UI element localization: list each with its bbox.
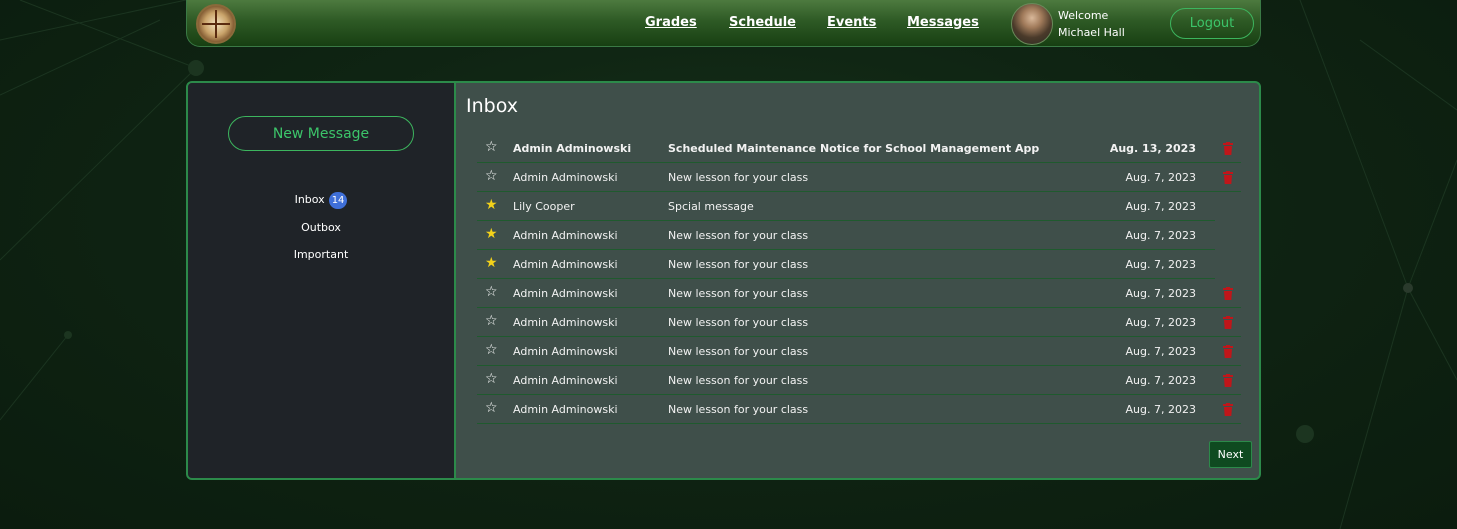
message-subject: New lesson for your class [668, 171, 809, 184]
nav-link-schedule[interactable]: Schedule [729, 15, 796, 30]
new-message-button[interactable]: New Message [228, 116, 414, 151]
message-date: Aug. 7, 2023 [1125, 316, 1196, 329]
message-row[interactable]: ☆ Admin Adminowski New lesson for your c… [477, 366, 1241, 395]
message-subject: New lesson for your class [668, 345, 809, 358]
message-sender: Admin Adminowski [513, 287, 618, 300]
message-row[interactable]: ★ Admin Adminowski New lesson for your c… [477, 221, 1241, 250]
message-sender: Lily Cooper [513, 200, 575, 213]
inbox-content: Inbox ☆ Admin Adminowski Scheduled Maint… [456, 83, 1259, 478]
trash-icon[interactable] [1222, 316, 1234, 329]
nav-link-messages[interactable]: Messages [907, 15, 979, 30]
message-date: Aug. 7, 2023 [1125, 171, 1196, 184]
message-subject: New lesson for your class [668, 316, 809, 329]
star-icon[interactable]: ☆ [485, 343, 498, 357]
user-name: Michael Hall [1058, 26, 1125, 39]
star-icon[interactable]: ☆ [485, 140, 498, 154]
logout-button[interactable]: Logout [1170, 8, 1254, 39]
trash-icon[interactable] [1222, 287, 1234, 300]
messages-panel: New Message Inbox 14 Outbox Important Inb… [186, 81, 1261, 480]
message-date: Aug. 7, 2023 [1125, 374, 1196, 387]
message-sender: Admin Adminowski [513, 316, 618, 329]
message-row[interactable]: ☆ Admin Adminowski Scheduled Maintenance… [477, 134, 1241, 163]
message-subject: New lesson for your class [668, 229, 809, 242]
sidebar-item-important[interactable]: Important [188, 248, 454, 261]
welcome-label: Welcome [1058, 9, 1109, 22]
page-title: Inbox [466, 95, 518, 117]
nav-link-grades[interactable]: Grades [645, 15, 697, 30]
message-subject: New lesson for your class [668, 258, 809, 271]
star-icon[interactable]: ★ [485, 227, 498, 241]
star-icon[interactable]: ★ [485, 256, 498, 270]
message-row[interactable]: ☆ Admin Adminowski New lesson for your c… [477, 308, 1241, 337]
top-navbar: Grades Schedule Events Messages Welcome … [186, 0, 1261, 47]
message-sender: Admin Adminowski [513, 171, 618, 184]
message-date: Aug. 7, 2023 [1125, 403, 1196, 416]
trash-icon[interactable] [1222, 403, 1234, 416]
message-date: Aug. 7, 2023 [1125, 258, 1196, 271]
compass-logo-icon[interactable] [196, 4, 236, 44]
message-sender: Admin Adminowski [513, 229, 618, 242]
sidebar-item-inbox[interactable]: Inbox 14 [188, 192, 454, 209]
star-icon[interactable]: ☆ [485, 372, 498, 386]
trash-icon[interactable] [1222, 171, 1234, 184]
sidebar-item-outbox[interactable]: Outbox [188, 221, 454, 234]
message-date: Aug. 13, 2023 [1109, 142, 1196, 155]
row-divider [477, 423, 1241, 424]
star-icon[interactable]: ☆ [485, 169, 498, 183]
message-date: Aug. 7, 2023 [1125, 345, 1196, 358]
message-date: Aug. 7, 2023 [1125, 229, 1196, 242]
star-icon[interactable]: ★ [485, 198, 498, 212]
message-subject: New lesson for your class [668, 403, 809, 416]
trash-icon[interactable] [1222, 374, 1234, 387]
message-sender: Admin Adminowski [513, 374, 618, 387]
message-subject: Scheduled Maintenance Notice for School … [668, 142, 1040, 155]
message-date: Aug. 7, 2023 [1125, 287, 1196, 300]
message-row[interactable]: ☆ Admin Adminowski New lesson for your c… [477, 337, 1241, 366]
welcome-text: Welcome Michael Hall [1058, 7, 1125, 41]
message-sender: Admin Adminowski [513, 403, 618, 416]
trash-icon[interactable] [1222, 345, 1234, 358]
inbox-count-badge: 14 [328, 192, 348, 209]
messages-sidebar: New Message Inbox 14 Outbox Important [188, 83, 456, 478]
message-row[interactable]: ☆ Admin Adminowski New lesson for your c… [477, 395, 1241, 424]
message-sender: Admin Adminowski [513, 345, 618, 358]
user-avatar [1011, 3, 1053, 45]
message-subject: New lesson for your class [668, 287, 809, 300]
star-icon[interactable]: ☆ [485, 314, 498, 328]
trash-icon[interactable] [1222, 142, 1234, 155]
star-icon[interactable]: ☆ [485, 401, 498, 415]
message-sender: Admin Adminowski [513, 142, 632, 155]
message-row[interactable]: ★ Admin Adminowski New lesson for your c… [477, 250, 1241, 279]
message-subject: New lesson for your class [668, 374, 809, 387]
message-sender: Admin Adminowski [513, 258, 618, 271]
next-page-button[interactable]: Next [1209, 441, 1252, 468]
inbox-label: Inbox [294, 193, 325, 206]
message-row[interactable]: ★ Lily Cooper Spcial message Aug. 7, 202… [477, 192, 1241, 221]
message-list: ☆ Admin Adminowski Scheduled Maintenance… [477, 134, 1241, 424]
message-date: Aug. 7, 2023 [1125, 200, 1196, 213]
star-icon[interactable]: ☆ [485, 285, 498, 299]
nav-link-events[interactable]: Events [827, 15, 876, 30]
message-row[interactable]: ☆ Admin Adminowski New lesson for your c… [477, 163, 1241, 192]
message-subject: Spcial message [668, 200, 754, 213]
message-row[interactable]: ☆ Admin Adminowski New lesson for your c… [477, 279, 1241, 308]
